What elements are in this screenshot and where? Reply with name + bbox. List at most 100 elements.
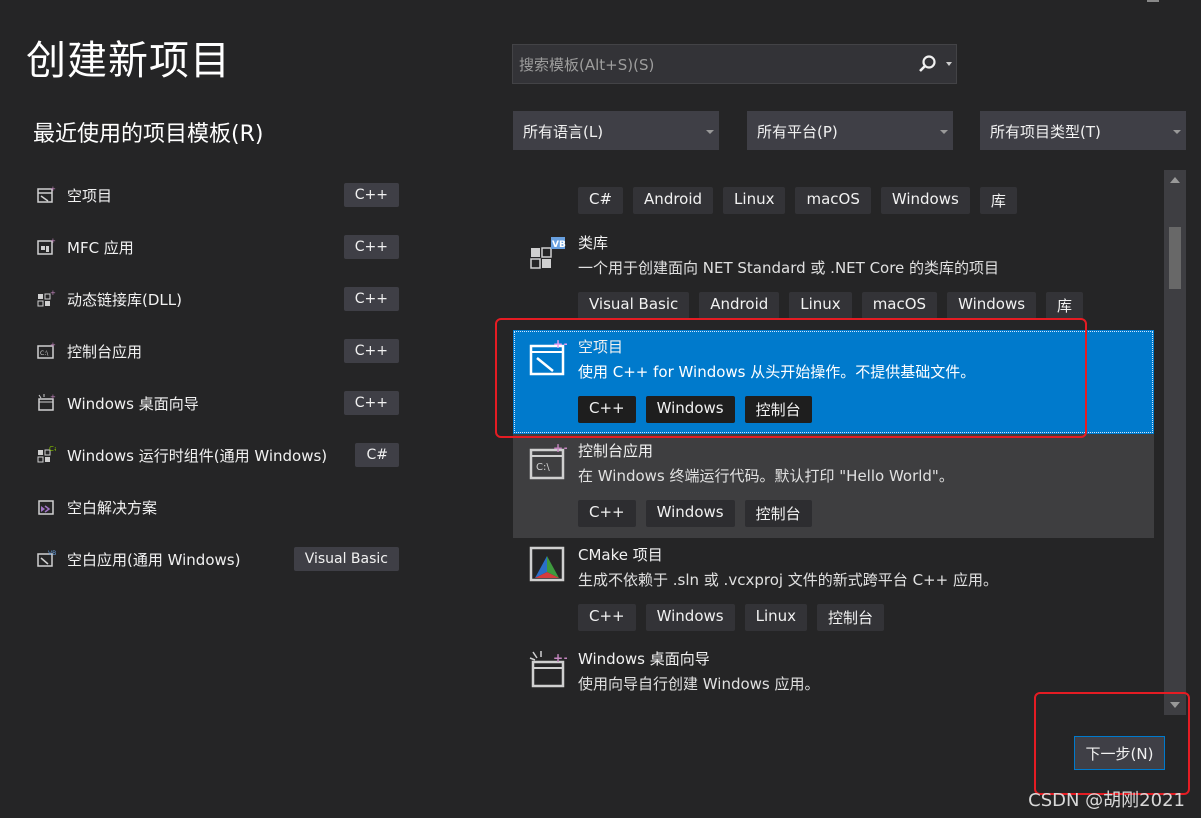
page-title: 创建新项目 bbox=[26, 38, 231, 84]
search-box bbox=[512, 44, 957, 85]
template-item-console-app[interactable]: C:\ ++ 控制台应用 在 Windows 终端运行代码。默认打印 "Hell… bbox=[513, 434, 1154, 538]
tag: C# bbox=[578, 187, 624, 214]
recent-item-runtime-component[interactable]: C# Windows 运行时组件(通用 Windows) C# bbox=[36, 440, 399, 470]
recent-item-mfc-app[interactable]: ++ MFC 应用 C++ bbox=[36, 232, 399, 262]
tag-list: C# Android Linux macOS Windows 库 bbox=[578, 187, 1017, 214]
scroll-down-icon[interactable] bbox=[1170, 702, 1180, 708]
template-description: 在 Windows 终端运行代码。默认打印 "Hello World"。 bbox=[578, 467, 954, 485]
recent-item-label: 动态链接库(DLL) bbox=[67, 290, 182, 309]
tag: Windows bbox=[880, 187, 970, 214]
tag: Linux bbox=[744, 604, 808, 631]
tag-list: Visual Basic Android Linux macOS Windows… bbox=[578, 292, 1084, 319]
tag: C++ bbox=[578, 500, 636, 527]
search-icon[interactable] bbox=[918, 54, 938, 74]
window-edge-mark bbox=[1147, 0, 1159, 2]
language-tag: C# bbox=[355, 443, 399, 467]
recent-item-console-app[interactable]: C:\++ 控制台应用 C++ bbox=[36, 336, 399, 366]
template-name: 类库 bbox=[578, 234, 609, 252]
tag: 控制台 bbox=[744, 396, 812, 423]
scroll-up-icon[interactable] bbox=[1170, 177, 1180, 183]
empty-project-icon: ++ bbox=[37, 185, 56, 203]
tag: Linux bbox=[723, 187, 786, 214]
recent-item-blank-solution[interactable]: 空白解决方案 bbox=[36, 492, 399, 522]
recent-item-label: 空白应用(通用 Windows) bbox=[67, 550, 241, 569]
tag: 库 bbox=[1046, 292, 1084, 319]
runtime-component-icon: C# bbox=[37, 445, 56, 463]
tag: Windows bbox=[947, 292, 1037, 319]
template-name: CMake 项目 bbox=[578, 546, 663, 564]
tag: Android bbox=[633, 187, 714, 214]
template-list: C# Android Linux macOS Windows 库 VB 类库 一… bbox=[513, 170, 1154, 710]
recent-item-label: MFC 应用 bbox=[67, 238, 134, 257]
chevron-down-icon[interactable] bbox=[946, 62, 952, 66]
svg-text:++: ++ bbox=[50, 237, 56, 245]
svg-text:++: ++ bbox=[50, 341, 56, 349]
recent-item-label: Windows 桌面向导 bbox=[67, 394, 199, 413]
svg-text:++: ++ bbox=[50, 185, 56, 193]
platform-filter-label: 所有平台(P) bbox=[757, 123, 838, 141]
language-tag: C++ bbox=[343, 287, 399, 311]
tag: 控制台 bbox=[817, 604, 885, 631]
tag: 控制台 bbox=[744, 500, 812, 527]
template-item-desktop-wizard[interactable]: ++ Windows 桌面向导 使用向导自行创建 Windows 应用。 bbox=[513, 642, 1154, 710]
language-tag: Visual Basic bbox=[293, 547, 399, 571]
svg-text:++: ++ bbox=[50, 393, 56, 401]
template-name: 控制台应用 bbox=[578, 442, 654, 460]
blank-app-icon: VB bbox=[37, 550, 56, 567]
tag: macOS bbox=[795, 187, 871, 214]
recent-item-empty-project[interactable]: ++ 空项目 C++ bbox=[36, 180, 399, 210]
svg-text:++: ++ bbox=[553, 651, 567, 665]
mfc-app-icon: ++ bbox=[37, 237, 56, 255]
template-name: 空项目 bbox=[578, 338, 624, 356]
console-app-icon: C:\++ bbox=[37, 341, 56, 359]
chevron-down-icon bbox=[940, 130, 948, 134]
watermark: CSDN @胡刚2021 bbox=[1028, 790, 1185, 811]
console-app-icon: C:\ ++ bbox=[529, 442, 567, 480]
recent-item-dll[interactable]: ++ 动态链接库(DLL) C++ bbox=[36, 284, 399, 314]
svg-text:C:\: C:\ bbox=[536, 462, 550, 473]
blank-solution-icon bbox=[38, 500, 54, 515]
next-button[interactable]: 下一步(N) bbox=[1074, 736, 1165, 770]
template-description: 生成不依赖于 .sln 或 .vcxproj 文件的新式跨平台 C++ 应用。 bbox=[578, 571, 998, 589]
chevron-down-icon bbox=[706, 130, 714, 134]
language-tag: C++ bbox=[343, 235, 399, 259]
tag: Linux bbox=[789, 292, 852, 319]
language-filter-label: 所有语言(L) bbox=[523, 123, 604, 141]
language-filter[interactable]: 所有语言(L) bbox=[513, 111, 719, 150]
desktop-wizard-icon: ++ bbox=[38, 393, 56, 411]
template-description: 使用 C++ for Windows 从头开始操作。不提供基础文件。 bbox=[578, 363, 976, 381]
recent-item-label: 控制台应用 bbox=[67, 342, 143, 361]
template-item-class-library[interactable]: VB 类库 一个用于创建面向 NET Standard 或 .NET Core … bbox=[513, 226, 1154, 330]
search-input[interactable] bbox=[513, 45, 921, 85]
cmake-icon bbox=[529, 546, 565, 582]
recent-item-blank-app[interactable]: VB 空白应用(通用 Windows) Visual Basic bbox=[36, 544, 399, 574]
template-item-empty-project[interactable]: ++ 空项目 使用 C++ for Windows 从头开始操作。不提供基础文件… bbox=[513, 330, 1154, 434]
empty-project-icon: ++ bbox=[529, 338, 567, 376]
dll-icon: ++ bbox=[37, 289, 56, 307]
tag: Windows bbox=[645, 500, 735, 527]
language-tag: C++ bbox=[343, 339, 399, 363]
language-tag: C++ bbox=[343, 391, 399, 415]
svg-text:VB: VB bbox=[48, 550, 56, 557]
recent-item-label: 空白解决方案 bbox=[67, 498, 158, 517]
tag: C++ bbox=[578, 396, 636, 423]
scrollbar-thumb[interactable] bbox=[1169, 227, 1181, 289]
recent-item-label: 空项目 bbox=[67, 186, 113, 205]
tag: C++ bbox=[578, 604, 636, 631]
svg-text:C:\: C:\ bbox=[40, 350, 49, 357]
project-type-filter[interactable]: 所有项目类型(T) bbox=[980, 111, 1186, 150]
template-list-scrollbar[interactable] bbox=[1164, 170, 1186, 715]
tag: Windows bbox=[645, 604, 735, 631]
template-item-partial[interactable]: C# Android Linux macOS Windows 库 bbox=[513, 170, 1154, 222]
svg-text:++: ++ bbox=[553, 442, 567, 455]
tag: 库 bbox=[979, 187, 1017, 214]
recent-templates-title: 最近使用的项目模板(R) bbox=[33, 122, 264, 147]
platform-filter[interactable]: 所有平台(P) bbox=[747, 111, 953, 150]
tag: Android bbox=[699, 292, 780, 319]
svg-text:++: ++ bbox=[50, 289, 56, 297]
template-item-cmake-project[interactable]: CMake 项目 生成不依赖于 .sln 或 .vcxproj 文件的新式跨平台… bbox=[513, 538, 1154, 642]
tag: macOS bbox=[861, 292, 938, 319]
recent-item-label: Windows 运行时组件(通用 Windows) bbox=[67, 446, 328, 465]
recent-item-desktop-wizard[interactable]: ++ Windows 桌面向导 C++ bbox=[36, 388, 399, 418]
template-description: 一个用于创建面向 NET Standard 或 .NET Core 的类库的项目 bbox=[578, 259, 1000, 277]
